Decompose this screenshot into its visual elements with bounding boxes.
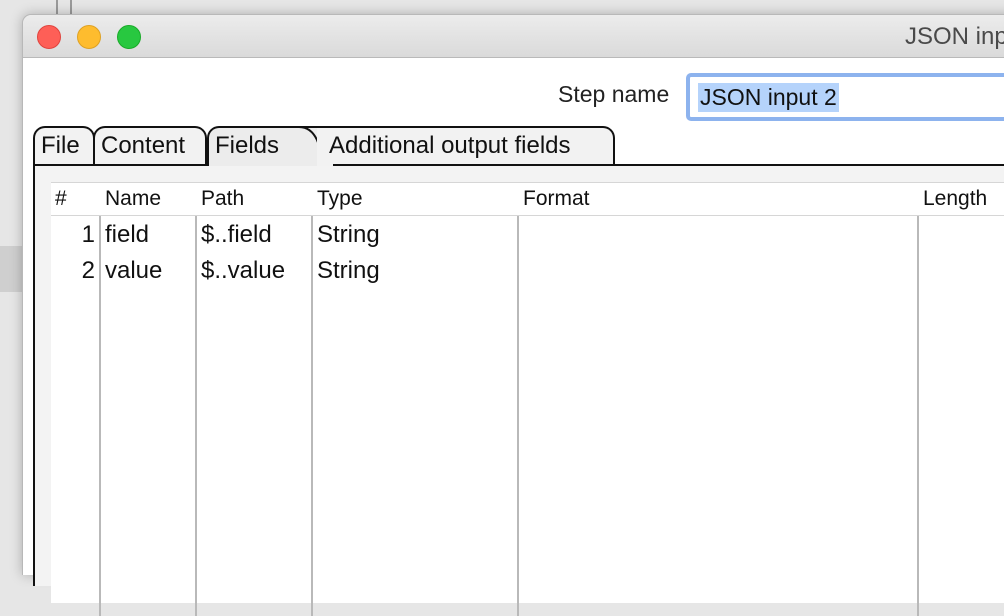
tab-additional-label: Additional output fields	[329, 132, 571, 159]
field-name-cell[interactable]: value	[105, 257, 162, 285]
field-type-cell[interactable]: String	[317, 257, 380, 285]
table-row[interactable]: 1 field $..field String	[51, 217, 1004, 253]
step-name-input[interactable]: JSON input 2	[686, 73, 1004, 121]
tab-content-label: Content	[101, 132, 186, 159]
tab-bar: File Content Fields Additional output fi…	[33, 126, 1004, 170]
table-header: # Name Path Type Format Length	[51, 183, 1004, 216]
column-header-type[interactable]: Type	[317, 187, 363, 211]
field-path-cell[interactable]: $..value	[201, 257, 285, 285]
field-path-cell[interactable]: $..field	[201, 221, 272, 249]
column-header-path[interactable]: Path	[201, 187, 244, 211]
maximize-window-button[interactable]	[117, 25, 141, 49]
table-row[interactable]: 2 value $..value String	[51, 253, 1004, 289]
background-window-area	[0, 246, 22, 292]
fields-table: # Name Path Type Format Length 1 field $…	[51, 182, 1004, 616]
tab-content[interactable]: Content	[93, 126, 207, 166]
field-type-cell[interactable]: String	[317, 221, 380, 249]
field-name-cell[interactable]: field	[105, 221, 149, 249]
fields-panel: # Name Path Type Format Length 1 field $…	[33, 166, 1004, 616]
column-header-name[interactable]: Name	[105, 187, 161, 211]
column-header-number[interactable]: #	[55, 187, 67, 211]
title-bar[interactable]: JSON inp	[23, 15, 1004, 58]
tab-fields-label: Fields	[215, 132, 280, 159]
step-name-label: Step name	[558, 81, 670, 107]
column-header-format[interactable]: Format	[523, 187, 590, 211]
close-window-button[interactable]	[37, 25, 61, 49]
tab-file[interactable]: File	[33, 126, 95, 166]
row-number: 1	[81, 221, 95, 248]
json-input-dialog: JSON inp Step name JSON input 2 File Con…	[22, 14, 1004, 616]
tab-file-label: File	[41, 132, 80, 159]
dialog-content: Step name JSON input 2 File Content Fiel…	[23, 58, 1004, 616]
row-number: 2	[81, 257, 95, 284]
column-header-length[interactable]: Length	[923, 187, 987, 211]
window-title: JSON inp	[905, 23, 1004, 50]
step-name-value: JSON input 2	[698, 82, 839, 112]
tab-additional-output-fields[interactable]: Additional output fields	[317, 126, 615, 166]
minimize-window-button[interactable]	[77, 25, 101, 49]
